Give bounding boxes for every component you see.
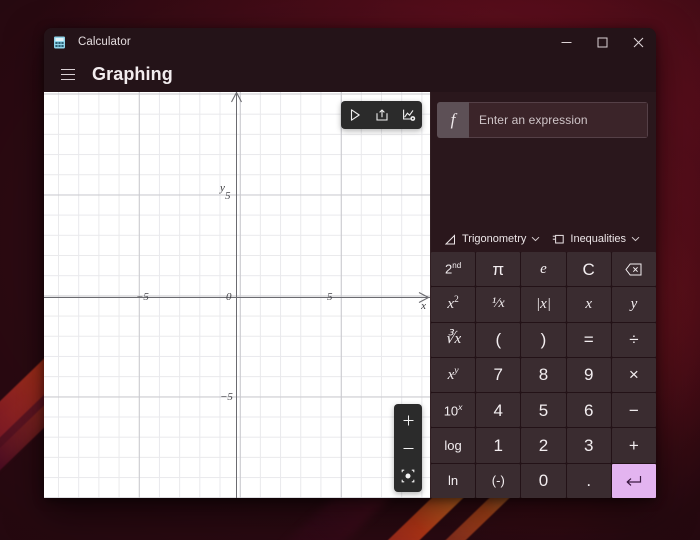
zoom-out-button[interactable] [394, 434, 422, 462]
key-1[interactable]: 1 [476, 428, 521, 463]
graph-toolbar [341, 101, 422, 129]
title-bar[interactable]: Calculator [44, 28, 656, 56]
key-backspace[interactable] [611, 252, 656, 287]
share-icon[interactable] [368, 101, 395, 129]
cursor-trace-icon[interactable] [341, 101, 368, 129]
x-axis-label: x [421, 300, 426, 312]
inequalities-label: Inequalities [570, 233, 627, 245]
expression-list: f Enter an expression [431, 92, 656, 226]
expression-input[interactable]: Enter an expression [469, 102, 648, 138]
y-tick-label: −5 [220, 391, 233, 403]
y-tick-label: 5 [225, 190, 231, 202]
fx-icon: f [648, 231, 656, 248]
key-8[interactable]: 8 [521, 357, 566, 393]
hamburger-menu-icon[interactable] [54, 61, 82, 87]
y-axis-arrow-icon [230, 92, 243, 108]
window-body: y x −5 0 5 5 −5 f Enter an expression Tr… [44, 92, 656, 498]
calculator-window: Calculator Graphing y x −5 0 5 5 −5 f En… [44, 28, 656, 498]
key-nth-root[interactable]: ∛x [431, 322, 476, 357]
key-pi[interactable]: π [476, 252, 521, 287]
key-multiply[interactable]: × [611, 357, 656, 393]
key-y[interactable]: y [611, 287, 656, 322]
trigonometry-label: Trigonometry [462, 233, 527, 245]
calculator-icon [52, 35, 66, 49]
zoom-controls [394, 404, 422, 492]
key-3[interactable]: 3 [566, 428, 611, 463]
key-4[interactable]: 4 [476, 393, 521, 428]
fx-icon: f [437, 102, 469, 138]
key-2[interactable]: 2 [521, 428, 566, 463]
key-decimal[interactable]: . [566, 463, 611, 498]
key-9[interactable]: 9 [566, 357, 611, 393]
key-subtract[interactable]: − [611, 393, 656, 428]
inequality-icon [552, 234, 565, 245]
expression-placeholder: Enter an expression [479, 113, 588, 127]
key-log[interactable]: log [431, 428, 476, 463]
key-e[interactable]: e [521, 252, 566, 287]
key-7[interactable]: 7 [476, 357, 521, 393]
close-button[interactable] [620, 28, 656, 56]
enter-icon [625, 474, 642, 488]
graph-x-axis [44, 297, 430, 298]
chevron-down-icon [631, 236, 640, 242]
expression-row[interactable]: f Enter an expression [437, 102, 648, 138]
mode-header: Graphing [44, 56, 656, 92]
key-add[interactable]: + [611, 428, 656, 463]
function-toolbar: Trigonometry Inequalities [431, 226, 656, 252]
graph-major-grid [44, 92, 430, 498]
key-clear[interactable]: C [566, 252, 611, 287]
minimize-button[interactable] [548, 28, 584, 56]
reset-view-button[interactable] [394, 462, 422, 490]
triangle-icon [445, 233, 457, 245]
window-controls [548, 28, 656, 56]
key-x[interactable]: x [566, 287, 611, 322]
functions-dropdown[interactable]: f F [646, 228, 656, 251]
key-enter[interactable] [611, 463, 656, 498]
window-title: Calculator [78, 36, 131, 48]
key-divide[interactable]: ÷ [611, 322, 656, 357]
x-tick-label: −5 [136, 291, 149, 303]
key-ln[interactable]: ln [431, 463, 476, 498]
key-power[interactable]: xy [431, 357, 476, 393]
key-paren-open[interactable]: ( [476, 322, 521, 357]
keypad: 2nd π e C x2 ¹⁄x |x| x y ∛x () = ÷ xy 7… [431, 252, 656, 498]
backspace-icon [625, 263, 642, 276]
key-negate[interactable]: (-) [476, 463, 521, 498]
key-square[interactable]: x2 [431, 287, 476, 322]
origin-tick-label: 0 [226, 291, 232, 303]
key-equals[interactable]: = [566, 322, 611, 357]
desktop-background: Calculator Graphing y x −5 0 5 5 −5 f En… [0, 0, 700, 540]
key-paren-close[interactable]: ) [521, 322, 566, 357]
x-tick-label: 5 [327, 291, 333, 303]
key-5[interactable]: 5 [521, 393, 566, 428]
graph-canvas[interactable]: y x −5 0 5 5 −5 [44, 92, 430, 498]
inequalities-dropdown[interactable]: Inequalities [546, 230, 646, 248]
expression-panel: f Enter an expression Trigonometry Inequ… [430, 92, 656, 498]
key-ten-power[interactable]: 10x [431, 393, 476, 428]
graph-y-axis [236, 92, 237, 498]
trigonometry-dropdown[interactable]: Trigonometry [439, 230, 546, 248]
page-title: Graphing [92, 63, 173, 84]
key-0[interactable]: 0 [521, 463, 566, 498]
chevron-down-icon [531, 236, 540, 242]
key-reciprocal[interactable]: ¹⁄x [476, 287, 521, 322]
key-absolute[interactable]: |x| [521, 287, 566, 322]
graph-settings-icon[interactable] [395, 101, 422, 129]
zoom-in-button[interactable] [394, 406, 422, 434]
key-6[interactable]: 6 [566, 393, 611, 428]
maximize-button[interactable] [584, 28, 620, 56]
key-second[interactable]: 2nd [431, 252, 476, 287]
